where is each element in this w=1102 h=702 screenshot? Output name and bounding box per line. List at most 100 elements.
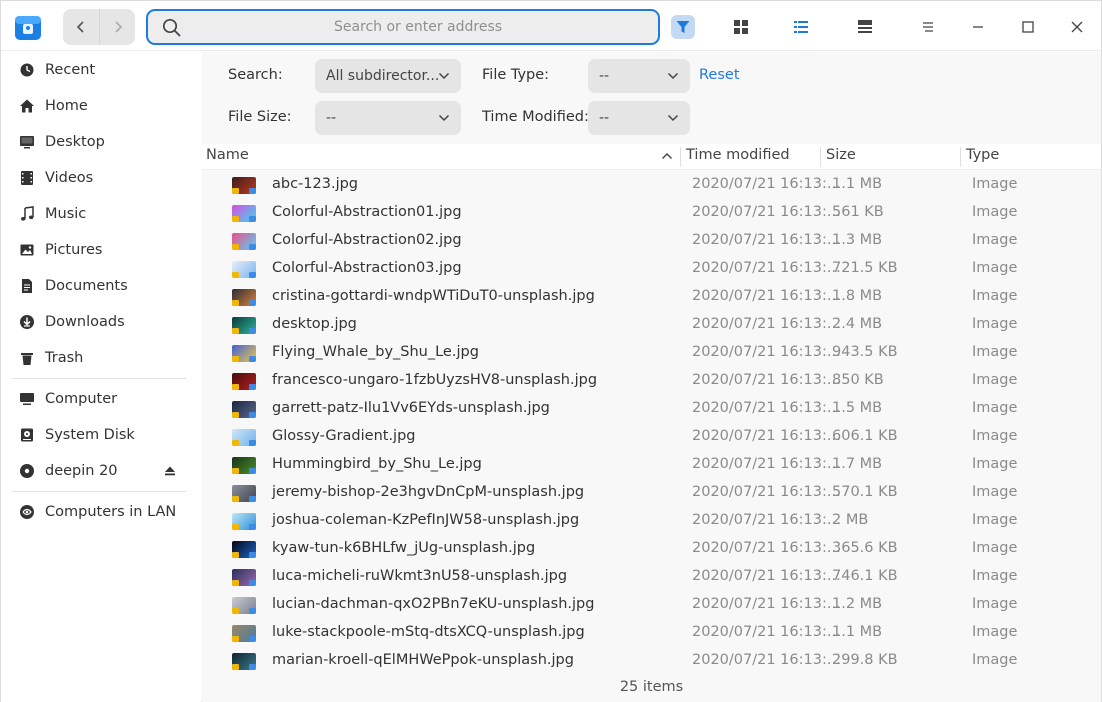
minimize-button[interactable] — [969, 18, 987, 36]
file-name: garrett-patz-Ilu1Vv6EYds-unsplash.jpg — [272, 400, 550, 416]
reset-filter-link[interactable]: Reset — [699, 67, 740, 83]
file-time-modified: 2020/07/21 16:13:... — [692, 456, 841, 472]
maximize-button[interactable] — [1019, 18, 1037, 36]
column-divider[interactable] — [680, 147, 681, 167]
emblem-icon — [232, 216, 239, 222]
sidebar-item-documents[interactable]: Documents — [18, 272, 128, 300]
file-row[interactable]: kyaw-tun-k6BHLfw_jUg-unsplash.jpg 2020/07… — [202, 535, 1101, 563]
file-type-label: File Type: — [482, 67, 550, 83]
sidebar-item-videos[interactable]: Videos — [18, 164, 93, 192]
file-row[interactable]: desktop.jpg 2020/07/21 16:13:... 2.4 MB Ima… — [202, 311, 1101, 339]
clock-icon — [18, 61, 36, 79]
sidebar-item-music[interactable]: Music — [18, 200, 86, 228]
file-size-select[interactable]: -- — [315, 101, 461, 135]
emblem-icon — [249, 552, 256, 558]
file-time-modified: 2020/07/21 16:13:... — [692, 596, 841, 612]
file-row[interactable]: francesco-ungaro-1fzbUyzsHV8-unsplash.jp… — [202, 367, 1101, 395]
forward-button[interactable] — [99, 9, 135, 45]
file-type: Image — [972, 484, 1018, 500]
eject-icon[interactable] — [164, 465, 176, 477]
emblem-icon — [249, 524, 256, 530]
drive-icon — [18, 462, 36, 480]
file-row[interactable]: abc-123.jpg 2020/07/21 16:13:... 1.1 MB Ima… — [202, 171, 1101, 199]
file-row[interactable]: joshua-coleman-KzPefInJW58-unsplash.jpg 2… — [202, 507, 1101, 535]
filter-toggle-button[interactable] — [671, 15, 695, 39]
file-row[interactable]: Colorful-Abstraction03.jpg 2020/07/21 16:… — [202, 255, 1101, 283]
sidebar-item-deepin-20[interactable]: deepin 20 — [18, 457, 118, 485]
column-header-time-modified[interactable]: Time modified — [686, 147, 790, 163]
sidebar-item-recent[interactable]: Recent — [18, 56, 95, 84]
file-size: 1.8 MB — [832, 288, 883, 304]
file-size: 561 KB — [832, 204, 884, 220]
sidebar-item-desktop[interactable]: Desktop — [18, 128, 105, 156]
sidebar-item-system-disk[interactable]: System Disk — [18, 421, 135, 449]
emblem-icon — [249, 244, 256, 250]
column-header-size[interactable]: Size — [826, 147, 856, 163]
icon-view-button[interactable] — [732, 18, 750, 36]
column-divider[interactable] — [820, 147, 821, 167]
file-row[interactable]: marian-kroell-qElMHWePpok-unsplash.jpg 20… — [202, 647, 1101, 675]
sidebar-item-pictures[interactable]: Pictures — [18, 236, 102, 264]
emblem-icon — [232, 412, 239, 418]
image-thumbnail-icon — [232, 345, 256, 362]
navigation-group — [63, 9, 135, 45]
search-scope-select[interactable]: All subdirector... — [315, 59, 461, 93]
file-type: Image — [972, 204, 1018, 220]
minimize-icon — [973, 26, 983, 28]
sidebar-item-computers-in-lan[interactable]: Computers in LAN — [18, 498, 176, 526]
column-divider[interactable] — [960, 147, 961, 167]
detail-view-button[interactable] — [856, 18, 874, 36]
file-row[interactable]: Colorful-Abstraction01.jpg 2020/07/21 16:… — [202, 199, 1101, 227]
image-thumbnail-icon — [232, 205, 256, 222]
address-input[interactable] — [188, 11, 648, 43]
sort-ascending-icon[interactable] — [661, 151, 673, 161]
file-size: 2.4 MB — [832, 316, 883, 332]
sidebar-item-trash[interactable]: Trash — [18, 344, 83, 372]
file-time-modified: 2020/07/21 16:13:... — [692, 400, 841, 416]
file-row[interactable]: jeremy-bishop-2e3hgvDnCpM-unsplash.jpg 20… — [202, 479, 1101, 507]
emblem-icon — [232, 664, 239, 670]
column-header-type[interactable]: Type — [966, 147, 999, 163]
main-menu-button[interactable] — [919, 18, 937, 36]
sidebar-item-computer[interactable]: Computer — [18, 385, 117, 413]
file-name: lucian-dachman-qxO2PBn7eKU-unsplash.jpg — [272, 596, 595, 612]
emblem-icon — [232, 384, 239, 390]
file-name: Colorful-Abstraction01.jpg — [272, 204, 462, 220]
file-size: 1.3 MB — [832, 232, 883, 248]
list-view-button[interactable] — [792, 18, 810, 36]
back-button[interactable] — [63, 9, 99, 45]
sidebar-item-label: deepin 20 — [45, 463, 118, 479]
sidebar-item-home[interactable]: Home — [18, 92, 88, 120]
chevron-left-icon — [76, 21, 84, 33]
file-name: luca-micheli-ruWkmt3nU58-unsplash.jpg — [272, 568, 568, 584]
file-row[interactable]: Glossy-Gradient.jpg 2020/07/21 16:13:... 6… — [202, 423, 1101, 451]
emblem-icon — [249, 188, 256, 194]
file-size: 570.1 KB — [832, 484, 898, 500]
image-thumbnail-icon — [232, 541, 256, 558]
emblem-icon — [249, 608, 256, 614]
file-row[interactable]: cristina-gottardi-wndpWTiDuT0-unsplash.j… — [202, 283, 1101, 311]
image-thumbnail-icon — [232, 429, 256, 446]
file-row[interactable]: garrett-patz-Ilu1Vv6EYds-unsplash.jpg 202… — [202, 395, 1101, 423]
file-size: 746.1 KB — [832, 568, 898, 584]
close-button[interactable] — [1068, 18, 1086, 36]
file-row[interactable]: lucian-dachman-qxO2PBn7eKU-unsplash.jpg 2… — [202, 591, 1101, 619]
disk-icon — [18, 426, 36, 444]
emblem-icon — [232, 496, 239, 502]
sidebar-item-downloads[interactable]: Downloads — [18, 308, 125, 336]
file-type: Image — [972, 428, 1018, 444]
sidebar-item-label: Documents — [45, 278, 128, 294]
column-header-name[interactable]: Name — [206, 147, 249, 163]
file-row[interactable]: luca-micheli-ruWkmt3nU58-unsplash.jpg 202… — [202, 563, 1101, 591]
file-row[interactable]: Hummingbird_by_Shu_Le.jpg 2020/07/21 16:1… — [202, 451, 1101, 479]
maximize-icon — [1022, 21, 1034, 33]
file-type-select[interactable]: -- — [588, 59, 690, 93]
address-bar[interactable] — [146, 9, 660, 45]
download-icon — [18, 313, 36, 331]
file-row[interactable]: luke-stackpoole-mStq-dtsXCQ-unsplash.jpg… — [202, 619, 1101, 647]
file-row[interactable]: Flying_Whale_by_Shu_Le.jpg 2020/07/21 16:… — [202, 339, 1101, 367]
sidebar-item-label: Pictures — [45, 242, 103, 258]
file-row[interactable]: Colorful-Abstraction02.jpg 2020/07/21 16:… — [202, 227, 1101, 255]
emblem-icon — [249, 216, 256, 222]
time-modified-select[interactable]: -- — [588, 101, 690, 135]
